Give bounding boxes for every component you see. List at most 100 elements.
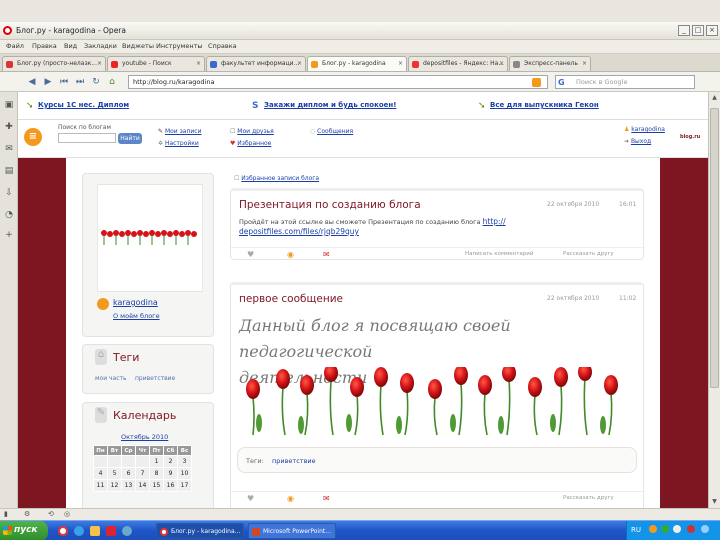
- comment-bubble-icon[interactable]: ◉: [287, 494, 294, 503]
- tab-6[interactable]: Экспресс-панель ×: [509, 56, 591, 71]
- tab-2[interactable]: youtube - Поиск ×: [107, 56, 205, 71]
- menu-tools[interactable]: Инструменты: [156, 42, 203, 50]
- start-button[interactable]: пуск: [0, 521, 48, 540]
- opera-quicklaunch-icon[interactable]: [58, 526, 68, 536]
- user-link[interactable]: ♟ karagodina: [624, 126, 665, 133]
- profile-username[interactable]: karagodina: [113, 298, 158, 307]
- post-1-comment-link[interactable]: Написать комментарий: [465, 251, 533, 257]
- post-1-share-link[interactable]: Рассказать другу: [563, 251, 614, 257]
- speed-dial-icon[interactable]: ⚙: [24, 510, 30, 518]
- ad-link-2[interactable]: Закажи диплом и будь спокоен!: [264, 101, 396, 109]
- tab-1[interactable]: Блог.ру (просто-нелазк... ×: [2, 56, 106, 71]
- exit-link[interactable]: ➔ Выход: [624, 138, 651, 145]
- close-icon[interactable]: ×: [97, 60, 102, 67]
- calendar-day[interactable]: 12: [107, 479, 122, 492]
- calendar-day[interactable]: 4: [93, 467, 108, 480]
- calendar-day[interactable]: 6: [121, 467, 136, 480]
- rss-icon[interactable]: [532, 78, 541, 87]
- close-button[interactable]: ×: [706, 25, 718, 36]
- ie-quicklaunch-icon[interactable]: [74, 526, 84, 536]
- calendar-day[interactable]: 14: [135, 479, 150, 492]
- unite-icon[interactable]: ⟲: [48, 510, 54, 518]
- menu-file[interactable]: Файл: [6, 42, 24, 50]
- close-icon[interactable]: ×: [582, 60, 587, 67]
- profile-about-link[interactable]: О моём блоге: [113, 312, 160, 320]
- post-2-tag-link[interactable]: приветствие: [272, 457, 316, 465]
- maximize-button[interactable]: □: [692, 25, 704, 36]
- menu-bookmarks[interactable]: Закладки: [84, 42, 117, 50]
- fast-forward-icon[interactable]: ⏭: [74, 76, 86, 88]
- forward-icon[interactable]: ▶: [42, 76, 54, 88]
- tray-icon-3[interactable]: [673, 525, 681, 533]
- like-heart-icon[interactable]: ♥: [247, 250, 254, 259]
- search-field[interactable]: Поиск в Google: [555, 75, 695, 89]
- scroll-down-icon[interactable]: ▼: [710, 498, 719, 507]
- calendar-day[interactable]: 8: [149, 467, 164, 480]
- calendar-day[interactable]: 2: [163, 455, 178, 468]
- back-icon[interactable]: ◀: [26, 76, 38, 88]
- app-quicklaunch-icon[interactable]: [106, 526, 116, 536]
- close-icon[interactable]: ×: [196, 60, 201, 67]
- taskbar-opera-window[interactable]: Блог.ру - karagodina...: [156, 523, 244, 539]
- tray-icon-1[interactable]: [649, 525, 657, 533]
- like-heart-icon[interactable]: ♥: [247, 494, 254, 503]
- calendar-day[interactable]: 16: [163, 479, 178, 492]
- minimize-button[interactable]: _: [678, 25, 690, 36]
- friends-link[interactable]: ☐ Мои друзья: [230, 128, 274, 135]
- calendar-day[interactable]: 13: [121, 479, 136, 492]
- comment-bubble-icon[interactable]: ◉: [287, 250, 294, 259]
- unite-panel-icon[interactable]: ✉: [4, 144, 14, 154]
- home-icon[interactable]: ⌂: [106, 76, 118, 88]
- post-1-title[interactable]: Презентация по созданию блога: [239, 199, 421, 211]
- mail-icon[interactable]: ✉: [323, 494, 330, 503]
- search-button[interactable]: Найти: [118, 133, 142, 144]
- tag-link-1[interactable]: мои часть: [95, 375, 127, 382]
- scroll-up-icon[interactable]: ▲: [710, 94, 719, 103]
- language-indicator[interactable]: RU: [631, 526, 641, 534]
- messages-link[interactable]: ◌ Сообщения: [310, 128, 353, 135]
- my-posts-link[interactable]: ✎ Мои записи: [158, 128, 201, 135]
- panel-toggle-icon[interactable]: ▮: [4, 510, 8, 518]
- add-panel-icon[interactable]: +: [4, 230, 14, 240]
- avatar-image[interactable]: [97, 184, 203, 292]
- tray-icon-4[interactable]: [687, 525, 695, 533]
- ad-link-3[interactable]: Все для выпускника Гекон: [490, 101, 599, 109]
- transfers-panel-icon[interactable]: ⇩: [4, 188, 14, 198]
- address-field[interactable]: http://blog.ru/karagodina: [128, 75, 548, 89]
- tab-4-active[interactable]: Блог.ру - karagodina ×: [307, 56, 407, 71]
- calendar-day[interactable]: 17: [177, 479, 192, 492]
- bookmarks-panel-icon[interactable]: ▣: [4, 100, 14, 110]
- ad-link-1[interactable]: Курсы 1С нес. Диплом: [38, 101, 129, 109]
- calendar-day[interactable]: 3: [177, 455, 192, 468]
- menu-view[interactable]: Вид: [64, 42, 77, 50]
- calendar-day[interactable]: 10: [177, 467, 192, 480]
- reload-icon[interactable]: ↻: [90, 76, 102, 88]
- blog-logo-icon[interactable]: ≡: [24, 128, 42, 146]
- settings-link[interactable]: ✲ Настройки: [158, 140, 199, 147]
- history-panel-icon[interactable]: ◔: [4, 210, 14, 220]
- turbo-icon[interactable]: ◎: [64, 510, 70, 518]
- rewind-icon[interactable]: ⏮: [58, 76, 70, 88]
- menu-edit[interactable]: Правка: [32, 42, 57, 50]
- close-icon[interactable]: ×: [398, 60, 403, 67]
- favorites-link[interactable]: ♥ Избранное: [230, 140, 271, 147]
- menu-help[interactable]: Справка: [208, 42, 237, 50]
- scroll-thumb[interactable]: [710, 108, 719, 388]
- tag-link-2[interactable]: приветствие: [135, 375, 175, 382]
- blog-search-input[interactable]: [58, 133, 116, 143]
- calendar-day[interactable]: 5: [107, 467, 122, 480]
- tray-icon-2[interactable]: [661, 525, 669, 533]
- calendar-day[interactable]: 1: [149, 455, 164, 468]
- notes-panel-icon[interactable]: ▤: [4, 166, 14, 176]
- taskbar-powerpoint-window[interactable]: Microsoft PowerPoint...: [248, 523, 336, 539]
- post-2-title[interactable]: первое сообщение: [239, 293, 343, 305]
- media-quicklaunch-icon[interactable]: [122, 526, 132, 536]
- menu-widgets[interactable]: Виджеты: [122, 42, 154, 50]
- vertical-scrollbar[interactable]: ▲ ▼: [708, 92, 720, 512]
- calendar-day[interactable]: 9: [163, 467, 178, 480]
- post-1-link-a[interactable]: http://: [483, 217, 506, 226]
- widgets-panel-icon[interactable]: ✚: [4, 122, 14, 132]
- close-icon[interactable]: ×: [297, 60, 302, 67]
- tray-icon-5[interactable]: [701, 525, 709, 533]
- favorite-post-link[interactable]: ☐ Избранное записи блога: [234, 175, 319, 182]
